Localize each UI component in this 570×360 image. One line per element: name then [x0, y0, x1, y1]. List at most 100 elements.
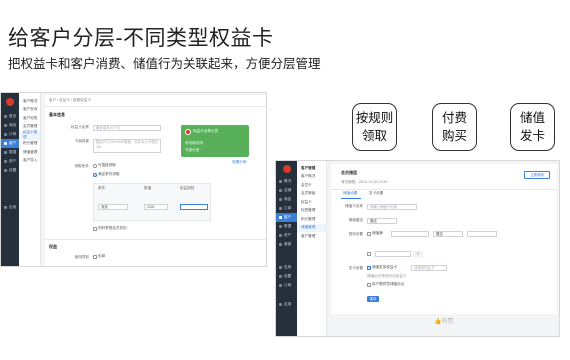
asset-icon	[279, 234, 282, 237]
right-sidebar-item[interactable]: 订单	[276, 281, 297, 290]
right-sidebar-item[interactable]: 客户	[276, 213, 297, 222]
submenu-item[interactable]: 积分管理	[19, 140, 40, 149]
save-button[interactable]: 保存	[367, 296, 379, 302]
submenu-item[interactable]: 储值管理	[297, 223, 326, 232]
notice-label: 使用须知	[74, 255, 89, 259]
submenu-item[interactable]: 客户标签	[19, 114, 40, 123]
store-icon	[279, 189, 282, 192]
page-heading: 会员储值	[341, 170, 357, 175]
free-shipping-checkbox[interactable]: 包邮	[93, 254, 105, 259]
right-app-screenshot: 概况 店铺 商品 订单 客户 数据 资产 营销 应用 设置 订单 应用 客户管理…	[275, 160, 560, 337]
rule-table: 条件 数值 权益规则 消费 1000	[93, 183, 211, 221]
tab-underline	[341, 198, 361, 199]
submenu-item[interactable]: 客户概况	[297, 173, 326, 182]
tab-issue-settings[interactable]: 发卡设置	[369, 191, 383, 196]
rule-amount-input[interactable]	[391, 231, 429, 237]
validity-text: 有效期限：2019-12-26 23:59	[341, 180, 388, 184]
rule-value-input[interactable]: 1000	[144, 204, 168, 210]
gift-select[interactable]: 赠送	[367, 218, 397, 224]
card-subtitle: 有效期说明	[185, 141, 203, 145]
left-sidebar-item[interactable]: 数据	[1, 148, 19, 157]
right-sidebar-item[interactable]: 应用	[276, 263, 297, 272]
left-sidebar-item[interactable]: 资产	[1, 157, 19, 166]
issue-note: 储值后可获得对应权益卡	[367, 274, 407, 278]
rule-checkbox-2[interactable]	[367, 252, 371, 256]
right-sidebar-item[interactable]: 营销	[276, 240, 297, 249]
left-content: 客户 / 权益卡 / 新建权益卡 基本信息 权益卡名称 最多填写10个字 卡面背…	[45, 95, 266, 266]
left-submenu: 客户概况 客户查询 客户标签 会员管理 权益卡管理 积分管理 储值管理 客户导入	[19, 93, 41, 266]
settings-icon	[4, 169, 7, 172]
collect-option-direct[interactable]: 可直接领取	[93, 163, 116, 168]
right-sidebar-item[interactable]: 设置	[276, 272, 297, 281]
submenu-item[interactable]: 客户导入	[19, 157, 40, 166]
breadcrumb: 客户 / 权益卡 / 新建权益卡	[49, 98, 91, 102]
card-preview: 权益卡名称示意 有效期说明 专属优惠	[181, 125, 249, 157]
submenu-item[interactable]: 客户查询	[19, 106, 40, 115]
submenu-item[interactable]: 标签管理	[297, 207, 326, 216]
preview-link[interactable]: 查看示例	[232, 160, 246, 165]
card-title: 权益卡名称示意	[193, 129, 219, 133]
agree-checkbox[interactable]: 用户需同意储值协议	[367, 282, 404, 287]
right-sidebar-item[interactable]: 订单	[276, 204, 297, 213]
app-logo-icon	[282, 165, 291, 173]
gift-label: 储值赠送	[348, 218, 363, 222]
card-name-label: 储值卡名称	[345, 204, 363, 208]
right-sidebar-item[interactable]: 概况	[276, 177, 297, 186]
submenu-item[interactable]: 会员卡	[297, 181, 326, 190]
submenu-item[interactable]: 储值管理	[19, 148, 40, 157]
settings-icon	[279, 275, 282, 278]
use-now-button[interactable]: 立即使用	[524, 171, 550, 179]
card-name-input[interactable]: 请输入储值卡名称	[367, 204, 417, 210]
order-icon	[279, 207, 282, 210]
left-sidebar-item[interactable]: 商品	[1, 121, 19, 130]
rule-extra-input[interactable]	[467, 231, 497, 237]
issue-checkbox[interactable]: 储值发放权益卡	[367, 265, 397, 270]
section-basic: 基本信息	[49, 112, 65, 117]
rule-label: 规则设置	[348, 232, 363, 236]
order-icon	[279, 284, 282, 287]
collect-option-conditional[interactable]: 满足条件领取	[93, 172, 120, 177]
right-sidebar-item[interactable]: 商品	[276, 195, 297, 204]
issue-card-select[interactable]: 请选择权益卡	[411, 265, 447, 271]
name-input[interactable]: 最多填写10个字	[93, 125, 161, 131]
right-sidebar-item[interactable]: 资产	[276, 231, 297, 240]
divider	[331, 189, 557, 190]
divider	[45, 239, 266, 240]
goods-icon	[279, 198, 282, 201]
left-sidebar-item[interactable]: 应用	[1, 203, 19, 212]
submenu-item[interactable]: 客户概况	[19, 97, 40, 106]
right-submenu: 客户管理 客户概况 会员卡 会员等级 权益卡 标签管理 积分管理 储值管理 客户…	[297, 161, 327, 336]
submenu-item[interactable]: 积分管理	[297, 215, 326, 224]
rule-checkbox[interactable]: 储值满	[367, 231, 383, 236]
cover-input[interactable]: 建议尺寸1000*600像素，文件大小不超过1M	[93, 139, 161, 153]
submenu-title: 客户管理	[301, 165, 316, 170]
left-sidebar-item[interactable]: 首页	[1, 112, 19, 121]
rule-gift-input[interactable]: 赠送	[433, 231, 463, 237]
rule-type-select[interactable]: 消费	[98, 204, 128, 210]
right-sidebar-item[interactable]: 数据	[276, 222, 297, 231]
right-sidebar-item[interactable]: 应用	[276, 300, 297, 309]
rule-amount-input-2[interactable]	[375, 251, 411, 257]
card-logo-icon	[185, 129, 191, 135]
asset-icon	[4, 160, 7, 163]
submenu-item[interactable]: 客户管理	[297, 232, 326, 241]
customer-icon	[4, 142, 7, 145]
submenu-item[interactable]: 权益卡管理	[19, 130, 40, 140]
table-header: 条件	[98, 186, 106, 190]
left-sidebar-item[interactable]: 客户	[1, 139, 19, 148]
left-app-screenshot: 首页 商品 订单 客户 数据 资产 设置 应用 客户概况 客户查询 客户标签 会…	[0, 92, 267, 267]
submenu-item[interactable]: 权益卡	[297, 198, 326, 207]
rule-add-button[interactable]: +	[413, 251, 423, 257]
section-benefits: 权益	[49, 244, 57, 249]
data-icon	[4, 151, 7, 154]
left-sidebar-item[interactable]: 订单	[1, 130, 19, 139]
home-icon	[4, 115, 7, 118]
cover-label: 卡面背景	[74, 139, 89, 143]
tab-stored-settings[interactable]: 储值设置	[343, 191, 357, 196]
member-discount-checkbox[interactable]: 同时享受会员折扣	[93, 226, 127, 231]
right-sidebar-item[interactable]: 店铺	[276, 186, 297, 195]
page-subtitle: 把权益卡和客户消费、储值行为关联起来，方便分层管理	[8, 57, 321, 71]
left-sidebar-item[interactable]: 设置	[1, 166, 19, 175]
rule-benefit-input[interactable]	[180, 204, 208, 210]
submenu-item[interactable]: 会员等级	[297, 190, 326, 199]
